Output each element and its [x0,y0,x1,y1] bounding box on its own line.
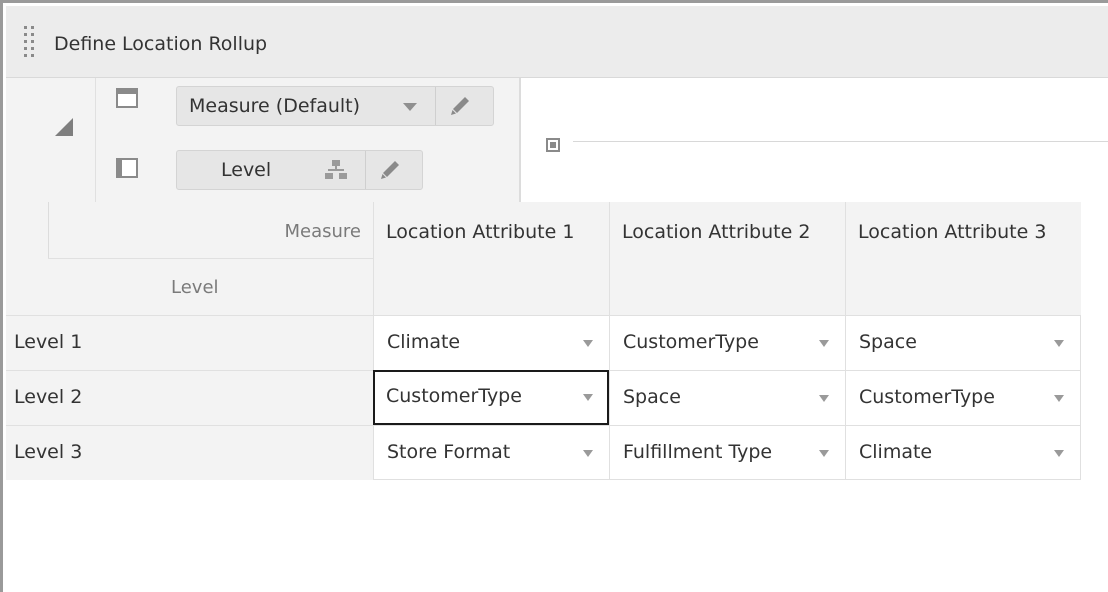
chevron-down-icon[interactable] [819,450,829,457]
rows-layout-icon [116,88,138,108]
chevron-down-icon[interactable] [583,340,593,347]
column-header-attr-3[interactable]: Location Attribute 3 [845,202,1081,315]
row-header-level-1: Level 1 [6,315,373,370]
level-axis-label: Level [171,277,219,298]
pivot-corner [6,78,96,202]
define-location-rollup-window: Define Location Rollup Measure (Default)… [0,0,1108,592]
measure-chip-label: Measure (Default) [189,95,361,117]
grid-corner-header: Measure Level [6,202,373,315]
select-cell-level2-attr2[interactable]: Space [609,370,845,425]
chevron-down-icon[interactable] [1054,450,1064,457]
chevron-down-icon[interactable] [819,395,829,402]
pivot-layout-bar: Measure (Default) Level [6,78,1108,202]
chevron-down-icon[interactable] [1054,340,1064,347]
row-header-level-2: Level 2 [6,370,373,425]
select-cell-level3-attr1[interactable]: Store Format [373,425,609,480]
select-cell-level3-attr2[interactable]: Fulfillment Type [609,425,845,480]
column-header-attr-2[interactable]: Location Attribute 2 [609,202,845,315]
drag-handle-icon[interactable] [24,26,38,60]
select-cell-level1-attr1[interactable]: Climate [373,315,609,370]
pencil-icon[interactable] [449,95,471,117]
level-chip[interactable]: Level [176,150,423,190]
chevron-down-icon[interactable] [1054,395,1064,402]
row-header-level-3: Level 3 [6,425,373,480]
select-cell-level1-attr2[interactable]: CustomerType [609,315,845,370]
chevron-down-icon[interactable] [583,394,593,401]
level-chip-label: Level [221,159,272,181]
chevron-down-icon[interactable] [403,103,417,111]
column-header-attr-1[interactable]: Location Attribute 1 [373,202,609,315]
window-titlebar[interactable]: Define Location Rollup [6,6,1108,78]
window-title: Define Location Rollup [54,33,268,55]
columns-layout-icon [116,158,138,178]
hierarchy-icon[interactable] [325,160,347,180]
pencil-icon[interactable] [379,159,401,181]
select-cell-level2-attr3[interactable]: CustomerType [845,370,1081,425]
page-edge-area [523,78,1108,202]
chevron-down-icon[interactable] [819,340,829,347]
measure-chip[interactable]: Measure (Default) [176,86,494,126]
pivot-edges: Measure (Default) Level [96,78,521,202]
select-cell-level3-attr3[interactable]: Climate [845,425,1081,480]
measure-axis-label: Measure [284,221,362,242]
select-cell-level1-attr3[interactable]: Space [845,315,1081,370]
chevron-down-icon[interactable] [583,450,593,457]
collapse-triangle-icon[interactable] [55,118,73,136]
page-edge-icon [546,138,560,152]
select-cell-level2-attr1[interactable]: CustomerType [373,370,609,425]
